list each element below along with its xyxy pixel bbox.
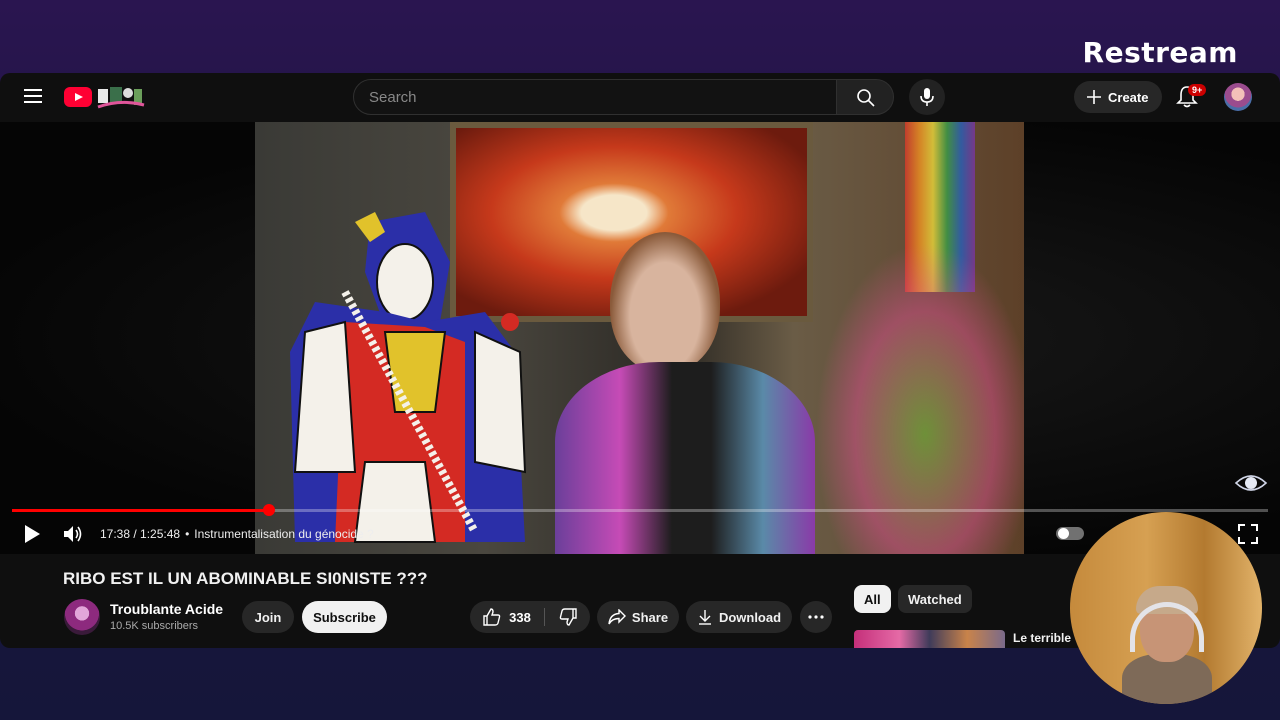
progress-fill [12,509,269,512]
subscribe-button[interactable]: Subscribe [302,601,387,633]
create-button[interactable]: Create [1074,81,1163,113]
video-player[interactable]: 17:38 / 1:25:48 • Instrumentalisation du g… [0,122,1280,554]
subscriber-count: 10.5K subscribers [110,620,199,632]
plus-icon [1087,90,1101,104]
like-count: 338 [509,609,531,625]
channel-name[interactable]: Troublante Acide [110,601,223,617]
voice-search-button[interactable] [909,79,945,115]
fullscreen-icon[interactable] [1238,524,1258,544]
rgb-light-glow [815,242,1024,554]
thumbs-up-icon [483,608,501,626]
microphone-icon [920,88,934,106]
share-icon [608,609,626,625]
streamer-jacket [555,362,815,554]
play-icon[interactable] [22,523,42,545]
download-button[interactable]: Download [686,601,792,633]
elapsed-duration: 17:38 / 1:25:48 [100,527,181,541]
more-actions-button[interactable] [800,601,832,633]
channel-avatar[interactable] [64,599,100,635]
like-separator [544,608,545,626]
download-icon [698,610,711,625]
webcam-person [1122,582,1212,704]
video-frame [255,122,1024,554]
queen-card-overlay [290,212,527,543]
search-button[interactable] [836,79,894,115]
like-dislike-group: 338 [470,601,590,633]
youtube-logo-icon[interactable] [64,87,92,107]
restream-logo: Restream [1082,36,1238,69]
recommendation-thumbnail[interactable] [854,630,1005,648]
share-label: Share [631,609,669,625]
streamer-head [610,232,720,372]
search-input[interactable]: Search [353,79,837,115]
menu-icon[interactable] [24,89,42,103]
recommendation-title[interactable]: Le terrible [1013,631,1073,645]
progress-scrubber[interactable] [263,504,275,516]
time-display: 17:38 / 1:25:48 • Instrumentalisation du g… [100,527,374,541]
notification-badge: 9+ [1188,84,1207,96]
like-button[interactable]: 338 [470,601,544,633]
chip-all[interactable]: All [854,585,891,613]
separator-dot: • [185,527,190,541]
top-bar: Search Create 9+ [0,73,1280,121]
join-button[interactable]: Join [242,601,294,633]
doodle-logo-icon[interactable] [96,85,146,109]
eye-watermark-icon [1234,475,1268,491]
account-avatar[interactable] [1224,83,1252,111]
thumbs-down-icon [559,608,577,626]
dislike-button[interactable] [550,601,586,633]
chip-watched[interactable]: Watched [898,585,972,613]
share-button[interactable]: Share [597,601,679,633]
volume-icon[interactable] [62,523,84,545]
chapter-title[interactable]: Instrumentalisation du génocide ? [194,527,373,541]
search-icon [857,89,875,107]
more-horizontal-icon [808,615,824,619]
webcam-overlay [1070,512,1262,704]
streamer-figure [555,232,815,554]
autoplay-toggle[interactable] [1056,527,1084,540]
video-title: RIBO EST IL UN ABOMINABLE SI0NISTE ??? [63,569,428,588]
create-label: Create [1108,89,1149,105]
download-label: Download [718,609,782,625]
